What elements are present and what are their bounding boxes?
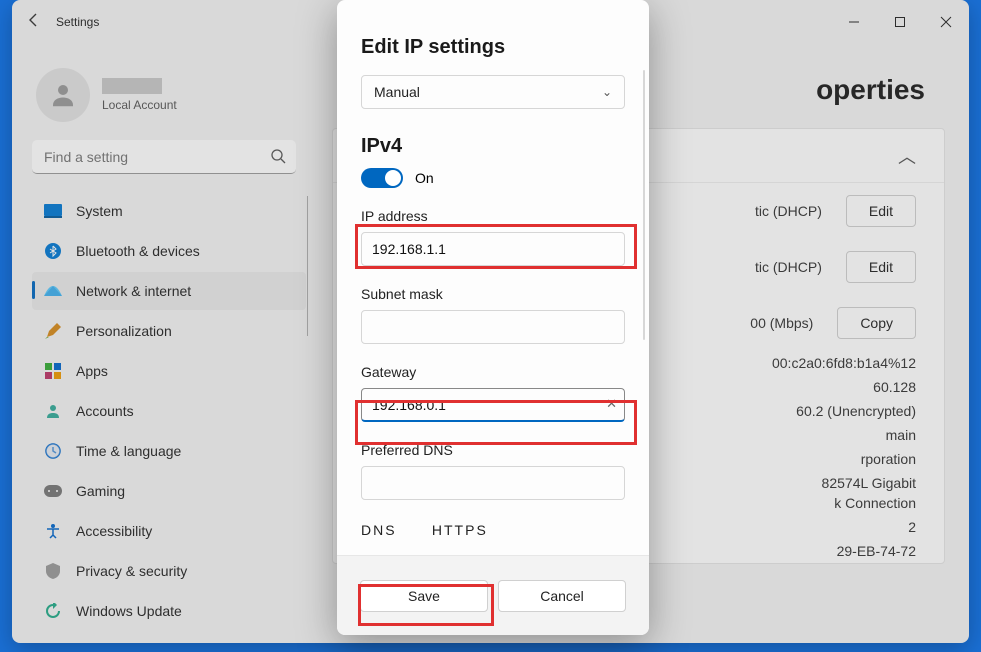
ip-address-input[interactable] — [361, 232, 625, 266]
dialog-title: Edit IP settings — [361, 36, 625, 59]
subnet-mask-label: Subnet mask — [361, 286, 625, 302]
chevron-down-icon: ⌄ — [602, 85, 612, 99]
subnet-mask-input[interactable] — [361, 310, 625, 344]
ipv4-heading: IPv4 — [361, 135, 625, 158]
toggle-label: On — [415, 170, 434, 186]
dialog-footer: Save Cancel — [337, 555, 649, 635]
ip-address-label: IP address — [361, 208, 625, 224]
cancel-button[interactable]: Cancel — [498, 580, 626, 612]
save-button[interactable]: Save — [360, 580, 488, 612]
ipv4-toggle[interactable] — [361, 168, 403, 188]
gateway-input[interactable] — [361, 388, 625, 422]
cutoff-text: DNS HTTPS — [361, 522, 625, 538]
clear-input-icon[interactable]: ✕ — [606, 396, 617, 412]
select-value: Manual — [374, 84, 420, 100]
preferred-dns-input[interactable] — [361, 466, 625, 500]
gateway-label: Gateway — [361, 364, 625, 380]
preferred-dns-label: Preferred DNS — [361, 442, 625, 458]
ip-mode-select[interactable]: Manual ⌄ — [361, 75, 625, 109]
edit-ip-settings-dialog: Edit IP settings Manual ⌄ IPv4 On IP add… — [337, 0, 649, 635]
dialog-scrollbar[interactable] — [643, 70, 645, 340]
